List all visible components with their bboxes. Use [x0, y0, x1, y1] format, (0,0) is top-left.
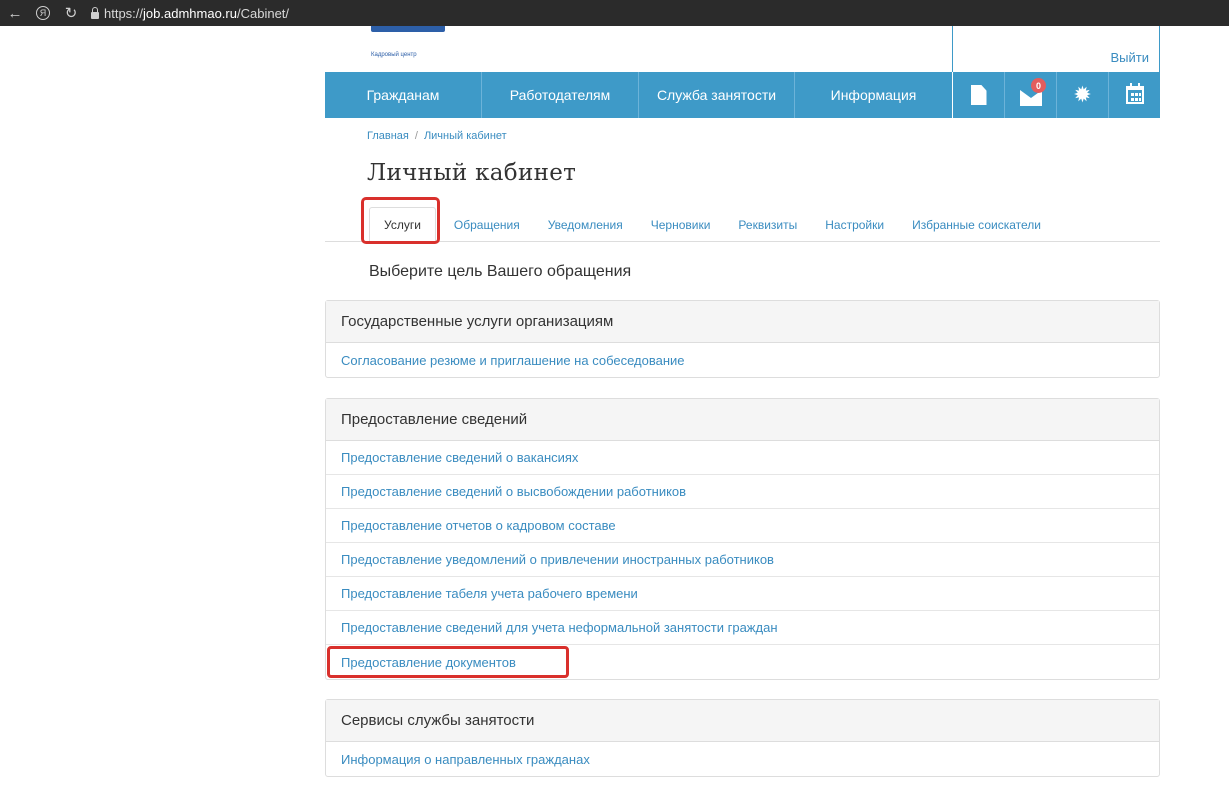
page-container: Кадровый центр Выйти Гражданам Работодат…	[325, 26, 1160, 777]
back-arrow-icon[interactable]: ←	[0, 0, 30, 26]
site-logo[interactable]	[371, 26, 449, 34]
document-icon	[970, 85, 987, 105]
nav-employers[interactable]: Работодателям	[482, 72, 639, 118]
nav-information[interactable]: Информация	[795, 72, 952, 118]
panel-information-submission: Предоставление сведений Предоставление с…	[325, 398, 1160, 680]
service-link-foreign-workers[interactable]: Предоставление уведомлений о привлечении…	[326, 543, 1159, 577]
service-link-documents[interactable]: Предоставление документов	[326, 645, 1159, 679]
service-link-layoffs[interactable]: Предоставление сведений о высвобождении …	[326, 475, 1159, 509]
breadcrumb-current: Личный кабинет	[423, 130, 507, 142]
nav-calendar[interactable]	[1108, 72, 1160, 118]
service-link-informal-employment[interactable]: Предоставление сведений для учета неформ…	[326, 611, 1159, 645]
service-link-staff-reports[interactable]: Предоставление отчетов о кадровом состав…	[326, 509, 1159, 543]
yandex-icon[interactable]: Я	[30, 0, 56, 26]
tab-settings[interactable]: Настройки	[815, 208, 894, 241]
breadcrumb: Главная / Личный кабинет	[367, 130, 1160, 144]
tab-drafts[interactable]: Черновики	[641, 208, 721, 241]
tab-requests[interactable]: Обращения	[444, 208, 530, 241]
panel-heading: Государственные услуги организациям	[326, 301, 1159, 343]
nav-icon-group: 0 ✹	[952, 72, 1160, 118]
user-box: Выйти	[952, 26, 1160, 72]
address-bar[interactable]: https://job.admhmao.ru/Cabinet/	[104, 6, 289, 21]
nav-documents[interactable]	[952, 72, 1004, 118]
lock-icon[interactable]	[86, 0, 104, 26]
service-link-documents-label: Предоставление документов	[341, 654, 516, 670]
calendar-icon	[1125, 83, 1144, 104]
breadcrumb-home[interactable]: Главная	[367, 130, 409, 142]
service-link-vacancies[interactable]: Предоставление сведений о вакансиях	[326, 441, 1159, 475]
service-link-referred-citizens[interactable]: Информация о направленных гражданах	[326, 742, 1159, 776]
reload-icon[interactable]: ↻	[56, 0, 86, 26]
page-title: Личный кабинет	[367, 160, 577, 186]
panel-employment-services: Сервисы службы занятости Информация о на…	[325, 699, 1160, 777]
main-navbar: Гражданам Работодателям Служба занятости…	[325, 72, 1160, 118]
site-header: Кадровый центр Выйти	[325, 26, 1160, 72]
nav-employment-service[interactable]: Служба занятости	[639, 72, 795, 118]
nav-messages[interactable]: 0	[1004, 72, 1056, 118]
tab-favorite-candidates[interactable]: Избранные соискатели	[902, 208, 1051, 241]
breadcrumb-separator: /	[414, 130, 418, 142]
nav-citizens[interactable]: Гражданам	[325, 72, 482, 118]
tab-services[interactable]: Услуги	[369, 207, 436, 242]
logout-link[interactable]: Выйти	[1111, 50, 1150, 65]
gear-icon: ✹	[1073, 82, 1092, 107]
service-link-resume-approval[interactable]: Согласование резюме и приглашение на соб…	[326, 343, 1159, 377]
panel-heading: Сервисы службы занятости	[326, 700, 1159, 742]
intro-text: Выберите цель Вашего обращения	[369, 263, 632, 280]
tab-notifications[interactable]: Уведомления	[538, 208, 633, 241]
browser-toolbar: ← Я ↻ https://job.admhmao.ru/Cabinet/	[0, 0, 1229, 26]
cabinet-tabs: Услуги Обращения Уведомления Черновики Р…	[325, 197, 1160, 244]
service-link-timesheet[interactable]: Предоставление табеля учета рабочего вре…	[326, 577, 1159, 611]
nav-settings[interactable]: ✹	[1056, 72, 1108, 118]
panel-government-services: Государственные услуги организациям Согл…	[325, 300, 1160, 378]
tab-requisites[interactable]: Реквизиты	[728, 208, 807, 241]
messages-badge: 0	[1031, 78, 1046, 93]
logo-subtitle: Кадровый центр	[371, 52, 417, 58]
panel-heading: Предоставление сведений	[326, 399, 1159, 441]
